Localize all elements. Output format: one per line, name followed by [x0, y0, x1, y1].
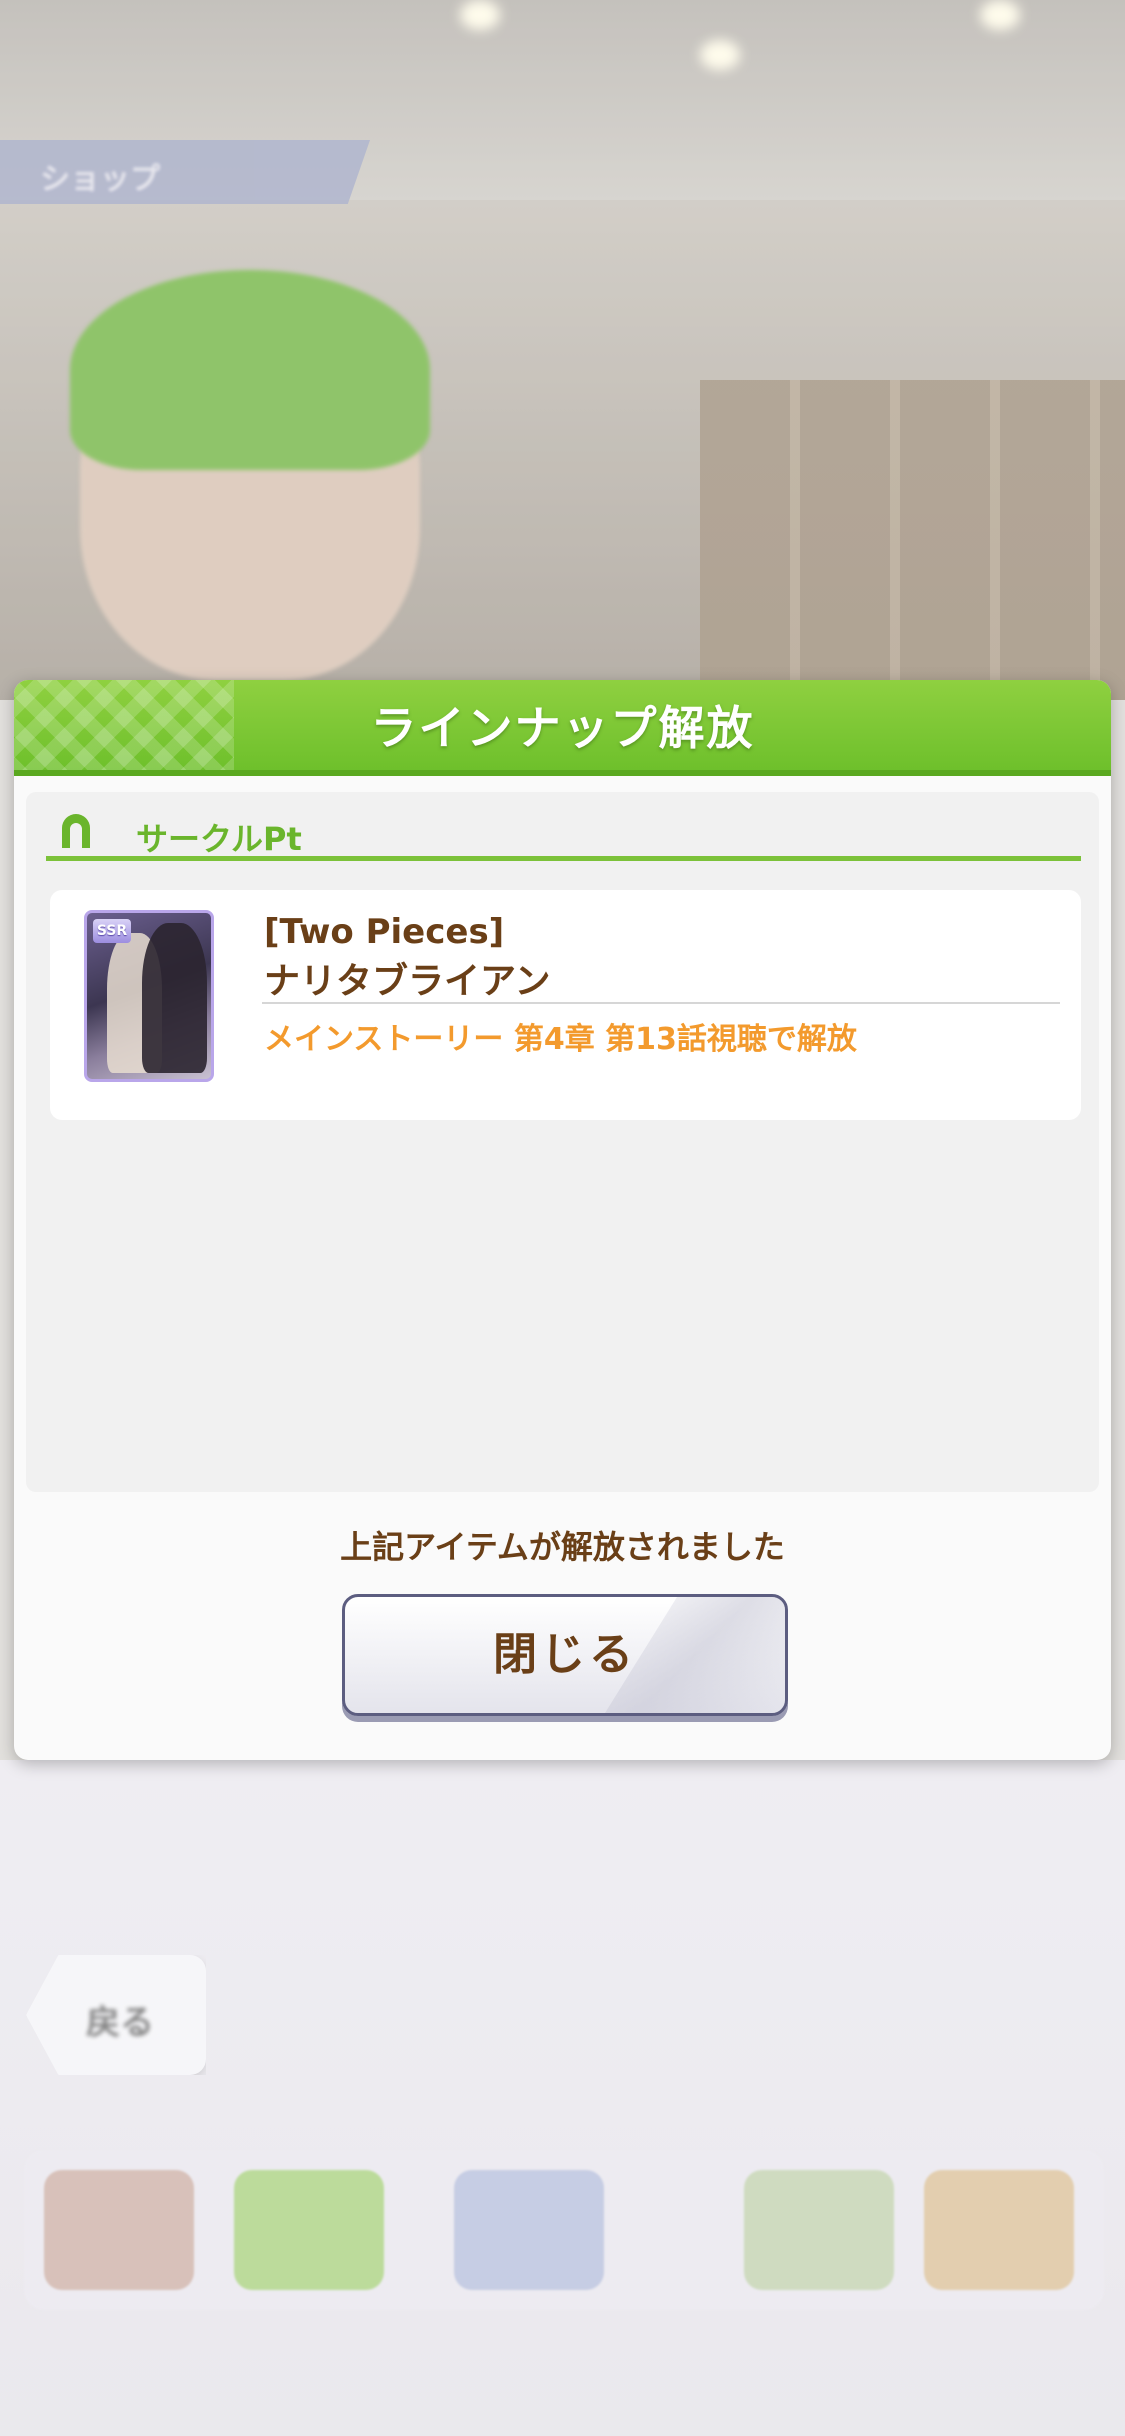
dialog-header: ラインナップ解放 [14, 680, 1111, 776]
section-label: サークルPt [136, 820, 302, 858]
close-button-label: 閉じる [493, 1629, 637, 1680]
item-subtitle: [Two Pieces] [264, 912, 505, 952]
rarity-badge: SSR [93, 919, 131, 943]
support-card-thumbnail[interactable]: SSR [84, 910, 214, 1082]
unlock-condition: メインストーリー 第4章 第13話視聴で解放 [264, 1022, 857, 1057]
close-button[interactable]: 閉じる [342, 1594, 788, 1716]
horseshoe-icon [62, 814, 90, 848]
header-underline [14, 770, 1111, 776]
unlocked-item-card: SSR [Two Pieces] ナリタブライアン メインストーリー 第4章 第… [50, 890, 1081, 1120]
item-divider [262, 1002, 1060, 1004]
unlock-notice: 上記アイテムが解放されました [340, 1528, 785, 1566]
dialog-title: ラインナップ解放 [370, 701, 755, 755]
item-name: ナリタブライアン [264, 961, 551, 1002]
lineup-unlock-dialog: ラインナップ解放 サークルPt SSR [Two Pieces] ナリタブライア… [14, 680, 1111, 1760]
section-header: サークルPt [46, 808, 1081, 861]
card-figure [142, 923, 207, 1073]
